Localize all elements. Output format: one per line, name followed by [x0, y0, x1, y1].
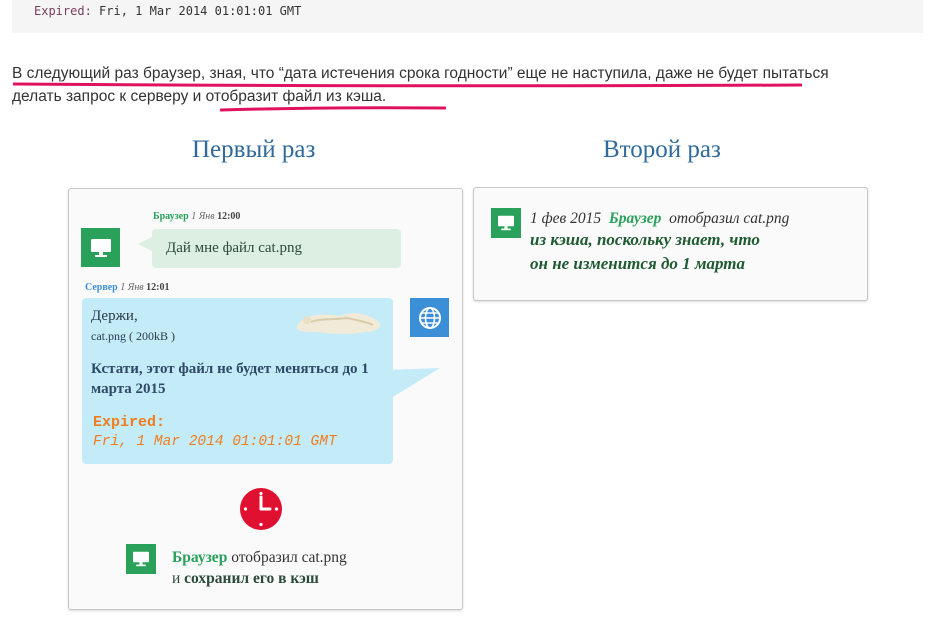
paragraph-line-2: делать запрос к серверу и отобразит файл…: [12, 85, 912, 108]
code-keyword: Expired:: [34, 4, 92, 18]
clock-icon: [240, 488, 282, 530]
browser-meta-time: 12:00: [217, 211, 241, 222]
server-reply-expired-label: Expired:: [93, 414, 166, 431]
server-meta-time: 12:01: [146, 282, 170, 293]
cat-image: [296, 313, 381, 334]
server-reply-file: cat.png ( 200kB ): [91, 329, 175, 344]
second-time-title: Второй раз: [603, 136, 721, 163]
code-value: Fri, 1 Mar 2014 01:01:01 GMT: [99, 4, 302, 18]
computer-monitor-icon: [81, 228, 120, 267]
second-line-1: 1 фев 2015 Браузер отобразил cat.png: [530, 210, 789, 228]
first-result-line-2-bold: сохранил его в кэш: [184, 570, 319, 587]
server-meta: Сервер 1 Янв 12:01: [85, 282, 169, 293]
server-meta-who: Сервер: [85, 282, 118, 293]
server-reply-greeting: Держи,: [91, 308, 138, 324]
globe-icon: [410, 298, 449, 337]
first-result-action: отобразил cat.png: [231, 549, 347, 566]
first-result-line-1: Браузер отобразил cat.png: [172, 549, 347, 567]
server-reply-note: Кстати, этот файл не будет меняться до 1…: [91, 361, 369, 397]
server-reply-bubble: Держи, cat.png ( 200kB ) Кстати, этот фа…: [82, 298, 393, 464]
highlight-underline-1: [13, 82, 802, 88]
second-line-2: из кэша, поскольку знает, что: [530, 230, 760, 249]
browser-request-text: Дай мне файл cat.png: [166, 240, 302, 256]
server-reply-expired-value: Fri, 1 Mar 2014 01:01:01 GMT: [93, 434, 337, 450]
code-line: Expired: Fri, 1 Mar 2014 01:01:01 GMT: [34, 4, 301, 18]
computer-monitor-icon: [126, 544, 156, 574]
browser-meta-who: Браузер: [153, 211, 189, 222]
paragraph-line-2-highlight: отобразит файл из кэша.: [205, 88, 387, 105]
server-reply-file-size: ( 200kB ): [129, 329, 175, 343]
second-action: отобразил cat.png: [669, 210, 790, 227]
first-result-who: Браузер: [172, 549, 228, 566]
computer-monitor-icon: [491, 208, 521, 238]
second-who: Браузер: [608, 210, 662, 227]
first-result-line-2: и сохранил его в кэш: [172, 570, 319, 588]
highlight-underline-2: [220, 106, 446, 112]
blue-bubble-tail: [388, 368, 440, 400]
paragraph-line-2-plain: делать запрос к серверу и: [12, 88, 206, 105]
browser-meta-date: 1 Янв: [191, 211, 215, 222]
first-time-title: Первый раз: [192, 136, 316, 163]
code-strip: Expired: Fri, 1 Mar 2014 01:01:01 GMT: [12, 0, 923, 33]
server-reply-file-name: cat.png: [91, 329, 126, 343]
server-meta-date: 1 Янв: [120, 282, 144, 293]
browser-request-bubble: Дай мне файл cat.png: [152, 229, 401, 268]
first-result-line-2-prefix: и: [172, 570, 181, 587]
second-date: 1 фев 2015: [530, 210, 602, 227]
second-line-3: он не изменится до 1 марта: [530, 254, 746, 273]
browser-meta: Браузер 1 Янв 12:00: [153, 211, 240, 222]
